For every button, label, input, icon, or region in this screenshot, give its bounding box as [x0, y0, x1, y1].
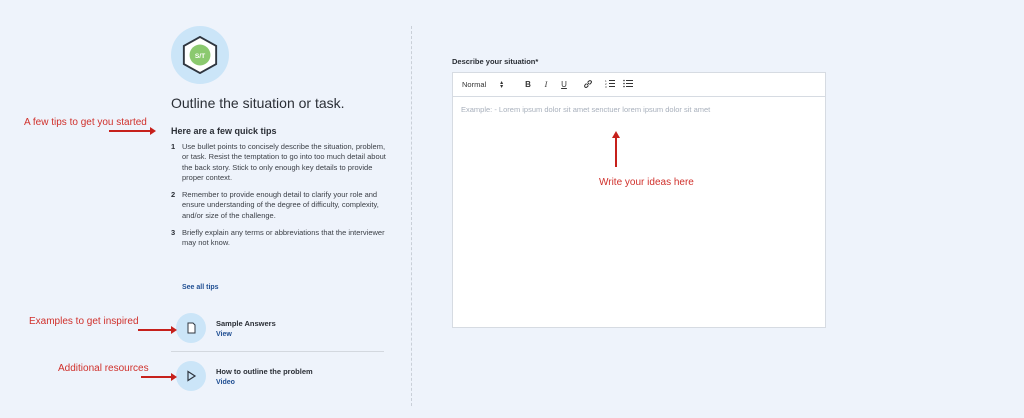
tip-number: 1 — [171, 142, 176, 151]
editor-toolbar: Normal ▴ ▾ B I U 123 — [453, 73, 825, 97]
annotation-arrow-icon — [138, 326, 177, 334]
see-all-tips-link[interactable]: See all tips — [182, 284, 219, 291]
tip-item: 3 Briefly explain any terms or abbreviat… — [171, 228, 386, 249]
ordered-list-icon[interactable]: 123 — [601, 79, 619, 90]
tip-number: 2 — [171, 190, 176, 200]
annotation-editor: Write your ideas here — [599, 177, 694, 188]
badge-text: S/T — [195, 53, 205, 60]
editor-placeholder: Example: - Lorem ipsum dolor sit amet se… — [461, 105, 711, 114]
annotation-tips: A few tips to get you started — [24, 117, 147, 128]
tips-heading: Here are a few quick tips — [171, 126, 277, 136]
editor-label: Describe your situation* — [452, 57, 539, 66]
tip-text: Remember to provide enough detail to cla… — [182, 190, 379, 220]
bullet-list-icon[interactable] — [619, 79, 637, 90]
tip-text: Use bullet points to concisely describe … — [182, 142, 386, 182]
rich-text-editor: Normal ▴ ▾ B I U 123 Example: - Lorem ips… — [452, 72, 826, 328]
resource-view-link[interactable]: View — [216, 331, 276, 338]
resource-title: Sample Answers — [216, 318, 276, 328]
hexagon-badge-icon: S/T — [182, 36, 218, 74]
video-resource[interactable]: How to outline the problem Video — [176, 361, 313, 391]
underline-button[interactable]: U — [555, 80, 573, 89]
tip-number: 3 — [171, 228, 176, 238]
annotation-examples: Examples to get inspired — [29, 316, 139, 327]
editor-text-area[interactable]: Example: - Lorem ipsum dolor sit amet se… — [453, 97, 825, 327]
tip-item: 2 Remember to provide enough detail to c… — [171, 190, 386, 221]
format-select[interactable]: Normal ▴ ▾ — [462, 79, 519, 90]
link-icon[interactable] — [579, 79, 597, 91]
svg-text:3: 3 — [605, 85, 607, 88]
play-icon — [176, 361, 206, 391]
bold-button[interactable]: B — [519, 80, 537, 89]
situation-task-badge: S/T — [171, 26, 229, 84]
tip-item: 1 Use bullet points to concisely describ… — [171, 142, 386, 183]
updown-arrows-icon: ▴ ▾ — [500, 79, 504, 90]
italic-button[interactable]: I — [537, 80, 555, 89]
resource-video-link[interactable]: Video — [216, 379, 313, 386]
annotation-arrow-icon — [141, 373, 177, 381]
page-title: Outline the situation or task. — [171, 95, 345, 111]
annotation-arrow-icon — [109, 127, 156, 135]
annotation-up-arrow-icon — [612, 131, 620, 167]
document-icon — [176, 313, 206, 343]
resource-divider — [171, 351, 384, 352]
sample-answers-resource[interactable]: Sample Answers View — [176, 313, 276, 343]
tips-list: 1 Use bullet points to concisely describ… — [171, 142, 386, 256]
resource-title: How to outline the problem — [216, 366, 313, 376]
format-select-value: Normal — [462, 80, 487, 89]
annotation-resources: Additional resources — [58, 363, 149, 374]
column-divider — [411, 26, 412, 406]
tip-text: Briefly explain any terms or abbreviatio… — [182, 228, 385, 248]
